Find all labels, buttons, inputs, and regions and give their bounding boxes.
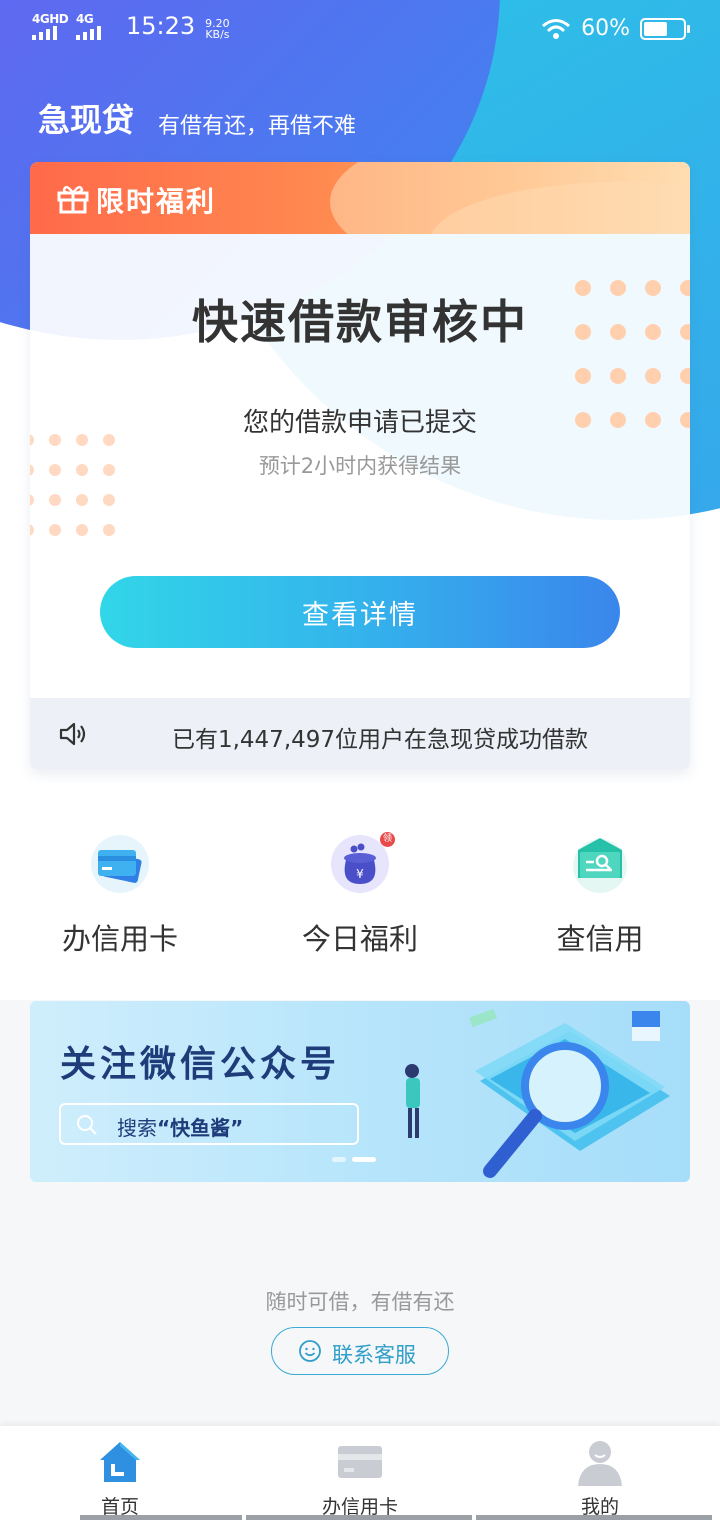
battery-percent: 60% bbox=[581, 16, 630, 41]
nav-indicator bbox=[80, 1515, 242, 1520]
search-icon bbox=[77, 1115, 97, 1135]
bottom-tab-bar: 首页 办信用卡 我的 bbox=[0, 1426, 720, 1520]
app-slogan: 有借有还，再借不难 bbox=[158, 114, 357, 139]
bonus-badge: 领 bbox=[380, 832, 395, 847]
user-count-text: 已有1,447,497位用户在急现贷成功借款 bbox=[171, 727, 589, 753]
quick-entry-label: 查信用 bbox=[556, 922, 644, 956]
contact-service-label: 联系客服 bbox=[332, 1343, 416, 1367]
user-count-bar: 已有1,447,497位用户在急现贷成功借款 bbox=[30, 698, 690, 770]
footer-slogan: 随时可借，有借有还 bbox=[265, 1290, 455, 1314]
loan-status-card: 限时福利 快速借款审核中 您的借款申请已提交 预计2小时内获得结果 查看详情 已… bbox=[30, 162, 690, 770]
quick-entry-label: 今日福利 bbox=[301, 922, 418, 956]
battery-icon bbox=[640, 17, 690, 40]
banner-search-keyword: “快鱼酱” bbox=[157, 1116, 244, 1140]
gift-icon bbox=[57, 185, 89, 214]
clock: 15:23 bbox=[126, 12, 196, 40]
banner-search-prefix: 搜索 bbox=[117, 1116, 157, 1140]
signal-icon: 4GHD bbox=[32, 12, 70, 40]
quick-entry-credit-card[interactable]: 办信用卡 bbox=[0, 820, 240, 1000]
tab-home[interactable]: 首页 bbox=[0, 1426, 240, 1520]
tab-mine[interactable]: 我的 bbox=[480, 1426, 720, 1520]
view-details-button[interactable]: 查看详情 bbox=[100, 576, 620, 648]
tab-credit-card[interactable]: 办信用卡 bbox=[240, 1426, 480, 1520]
review-status-title: 快速借款审核中 bbox=[192, 295, 528, 349]
estimate-text: 预计2小时内获得结果 bbox=[258, 454, 462, 478]
banner-search-box: 搜索“快鱼酱” bbox=[59, 1103, 359, 1145]
credit-card-icon bbox=[91, 835, 149, 893]
signal-icon-2: 4G bbox=[76, 12, 114, 40]
nav-indicator bbox=[246, 1515, 472, 1520]
network-speed: 9.20 KB/s bbox=[205, 17, 230, 41]
quick-entry-label: 办信用卡 bbox=[61, 922, 178, 956]
quick-entries: 办信用卡 ¥ 领 今日福利 查信用 bbox=[0, 820, 720, 1000]
contact-service-button[interactable]: 联系客服 bbox=[271, 1327, 449, 1375]
banner-pager bbox=[332, 1157, 376, 1162]
status-bar: 4GHD 4G 15:23 9.20 KB/s 60% bbox=[0, 0, 720, 58]
quick-entry-daily-bonus[interactable]: ¥ 领 今日福利 bbox=[240, 820, 480, 1000]
smile-icon bbox=[299, 1340, 321, 1362]
credit-search-icon bbox=[573, 838, 627, 893]
nav-indicator bbox=[476, 1515, 712, 1520]
user-icon bbox=[578, 1441, 622, 1486]
app-name: 急现贷 bbox=[38, 101, 135, 139]
submission-message: 您的借款申请已提交 bbox=[242, 408, 477, 438]
banner-title: 关注微信公众号 bbox=[60, 1044, 341, 1085]
promo-header[interactable]: 限时福利 bbox=[30, 162, 690, 234]
promo-label: 限时福利 bbox=[96, 185, 217, 218]
home-icon bbox=[100, 1442, 140, 1482]
quick-entry-credit-check[interactable]: 查信用 bbox=[480, 820, 720, 1000]
wechat-banner[interactable]: 关注微信公众号 搜索“快鱼酱” bbox=[30, 1001, 690, 1182]
card-icon bbox=[338, 1446, 382, 1478]
svg-text:¥: ¥ bbox=[356, 867, 364, 881]
wifi-icon bbox=[542, 18, 571, 39]
magnifier-illustration bbox=[405, 1008, 670, 1178]
